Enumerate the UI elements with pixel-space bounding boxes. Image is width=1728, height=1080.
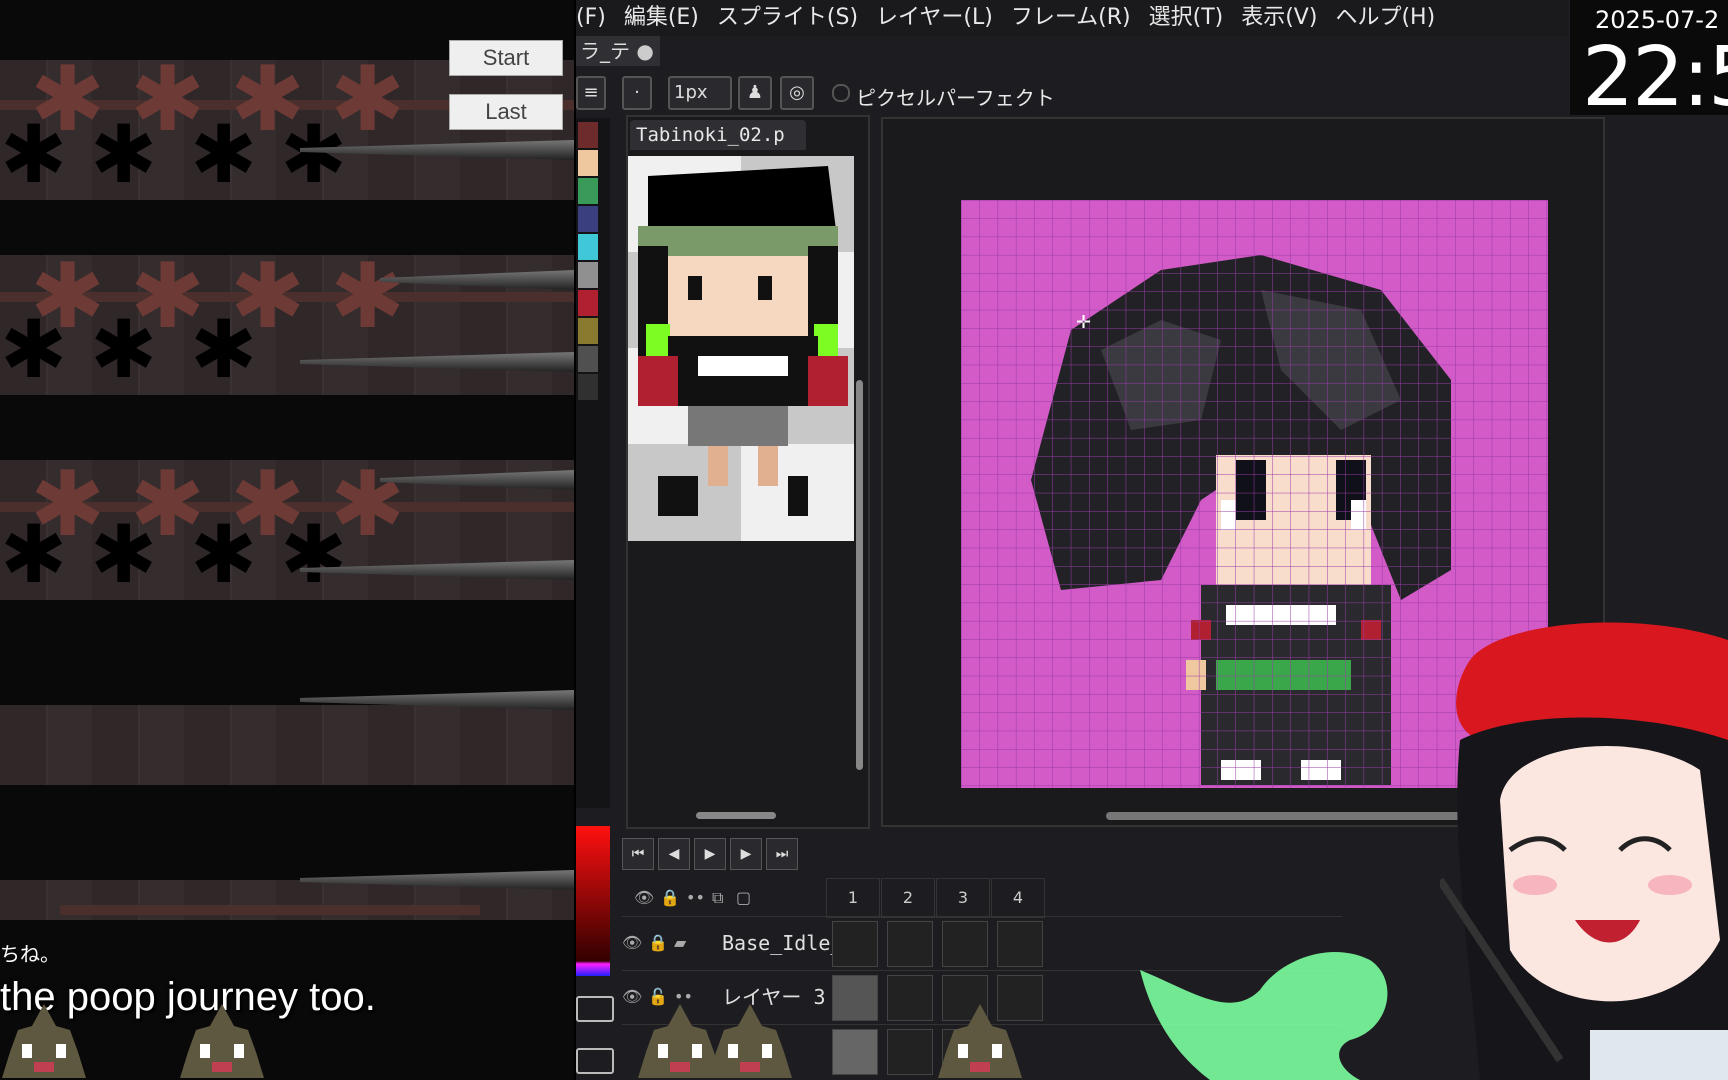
spike-wheel-icon: ✱ [90, 303, 158, 396]
palette-swatch[interactable] [578, 290, 598, 316]
brush-shape-icon[interactable]: · [622, 76, 652, 110]
spike-wheel-icon: ✱ [90, 508, 158, 601]
menu-view[interactable]: 表示(V) [1241, 0, 1317, 36]
spike-wheel-icon: ✱ [0, 108, 68, 201]
palette-swatch[interactable] [578, 346, 598, 372]
menu-sprite[interactable]: スプライト(S) [717, 0, 858, 36]
timeline-header-icons: 👁 🔒 •• ⧉ ▢ [628, 878, 838, 916]
last-frame-icon[interactable]: ⏭ [766, 838, 798, 870]
group-icon[interactable]: ⧉ [712, 888, 723, 908]
menu-file[interactable]: (F) [576, 0, 606, 36]
menu-bar: (F) 編集(E) スプライト(S) レイヤー(L) フレーム(R) 選択(T)… [576, 0, 1568, 36]
poop-character [180, 1004, 264, 1078]
spike-wheel-icon: ✱ [330, 244, 406, 349]
previous-frame-icon[interactable]: ◀ [658, 838, 690, 870]
pixel-perfect-checkbox[interactable] [832, 84, 850, 102]
folder-icon: ▰ [674, 933, 687, 952]
menu-layer[interactable]: レイヤー(L) [876, 0, 993, 36]
menu-icon[interactable]: ≡ [576, 76, 606, 110]
spike-wheel-icon: ✱ [280, 108, 348, 201]
frame-header[interactable]: 2 [881, 878, 935, 918]
menu-frame[interactable]: フレーム(R) [1011, 0, 1131, 36]
color-picker[interactable] [576, 826, 610, 976]
spike-wheel-icon: ✱ [280, 508, 348, 601]
start-button[interactable]: Start [449, 40, 563, 76]
spike-wheel-icon: ✱ [0, 508, 68, 601]
preview-tab[interactable]: Tabinoki_02.p ● [630, 120, 806, 176]
palette-swatch[interactable] [578, 150, 598, 176]
cel[interactable] [942, 921, 988, 967]
visibility-icon[interactable]: 👁 [634, 888, 654, 907]
spike-wheel-icon: ✱ [190, 508, 258, 601]
rail [60, 905, 480, 915]
menu-help[interactable]: ヘルプ(H) [1335, 0, 1435, 36]
cel[interactable] [887, 975, 933, 1021]
cel[interactable] [832, 1029, 878, 1075]
palette-swatch[interactable] [578, 206, 598, 232]
continuous-icon[interactable]: •• [686, 888, 705, 907]
visibility-icon[interactable]: 👁 [622, 933, 642, 952]
lock-icon[interactable]: 🔒 [660, 888, 680, 907]
ink-icon[interactable]: ♟ [738, 76, 772, 110]
poop-character [708, 1004, 792, 1078]
play-icon[interactable]: ▶ [694, 838, 726, 870]
frame-header[interactable]: 4 [991, 878, 1045, 918]
palette-swatch[interactable] [578, 178, 598, 204]
cel[interactable] [832, 921, 878, 967]
file-tab-label: ラ_テ [580, 39, 630, 63]
unsaved-dot-icon: ● [636, 39, 654, 63]
frame-header[interactable]: 1 [826, 878, 880, 918]
palette-swatch[interactable] [578, 374, 598, 400]
poop-character [938, 1004, 1022, 1078]
last-button[interactable]: Last [449, 94, 563, 130]
cel[interactable] [997, 921, 1043, 967]
palette-swatch[interactable] [578, 262, 598, 288]
crosshair-cursor-icon: ✛ [1076, 312, 1092, 333]
brush-size-input[interactable]: 1px [668, 76, 732, 110]
clock-time: 22:5 [1582, 30, 1728, 125]
subtitle-fragment: ちね。 [0, 942, 60, 966]
background-color-button[interactable] [576, 1048, 614, 1074]
preview-vertical-scrollbar[interactable] [856, 380, 863, 770]
canvas-horizontal-scrollbar[interactable] [1106, 812, 1466, 820]
menu-select[interactable]: 選択(T) [1149, 0, 1224, 36]
preview-horizontal-scrollbar[interactable] [696, 812, 776, 819]
file-tab[interactable]: ラ_テ ● [576, 36, 660, 66]
preview-tab-label: Tabinoki_02.p [636, 124, 785, 146]
spike-wheel-icon: ✱ [0, 303, 68, 396]
cel[interactable] [887, 1029, 933, 1075]
next-frame-icon[interactable]: ▶ [730, 838, 762, 870]
palette-swatch[interactable] [578, 122, 598, 148]
spike-wheel-icon: ✱ [190, 108, 258, 201]
spike-wheel-icon: ✱ [90, 108, 158, 201]
onion-skin-icon[interactable]: ▢ [736, 888, 751, 907]
pressure-icon[interactable]: ◎ [780, 76, 814, 110]
palette-swatch[interactable] [578, 234, 598, 260]
spike-wheel-icon: ✱ [190, 303, 258, 396]
first-frame-icon[interactable]: ⏮ [622, 838, 654, 870]
color-palette [576, 118, 610, 808]
menu-edit[interactable]: 編集(E) [624, 0, 699, 36]
foreground-color-button[interactable] [576, 996, 614, 1022]
palette-swatch[interactable] [578, 318, 598, 344]
pixel-perfect-label: ピクセルパーフェクト [856, 86, 1055, 110]
frame-header[interactable]: 3 [936, 878, 990, 918]
game-view: ✱ ✱ ✱ ✱ ✱ ✱ ✱ ✱ ✱ ✱ ✱ ✱ ✱ ✱ ✱ ✱ ✱ ✱ ✱ ✱ … [0, 0, 574, 1080]
cel[interactable] [832, 975, 878, 1021]
green-ghost-mascot [1140, 951, 1388, 1080]
lock-icon[interactable]: 🔒 [648, 933, 668, 952]
poop-character [2, 1004, 86, 1078]
vtuber-avatar [1440, 622, 1728, 1080]
sprite-preview [628, 156, 854, 541]
cel[interactable] [887, 921, 933, 967]
wooden-floor [0, 705, 574, 785]
